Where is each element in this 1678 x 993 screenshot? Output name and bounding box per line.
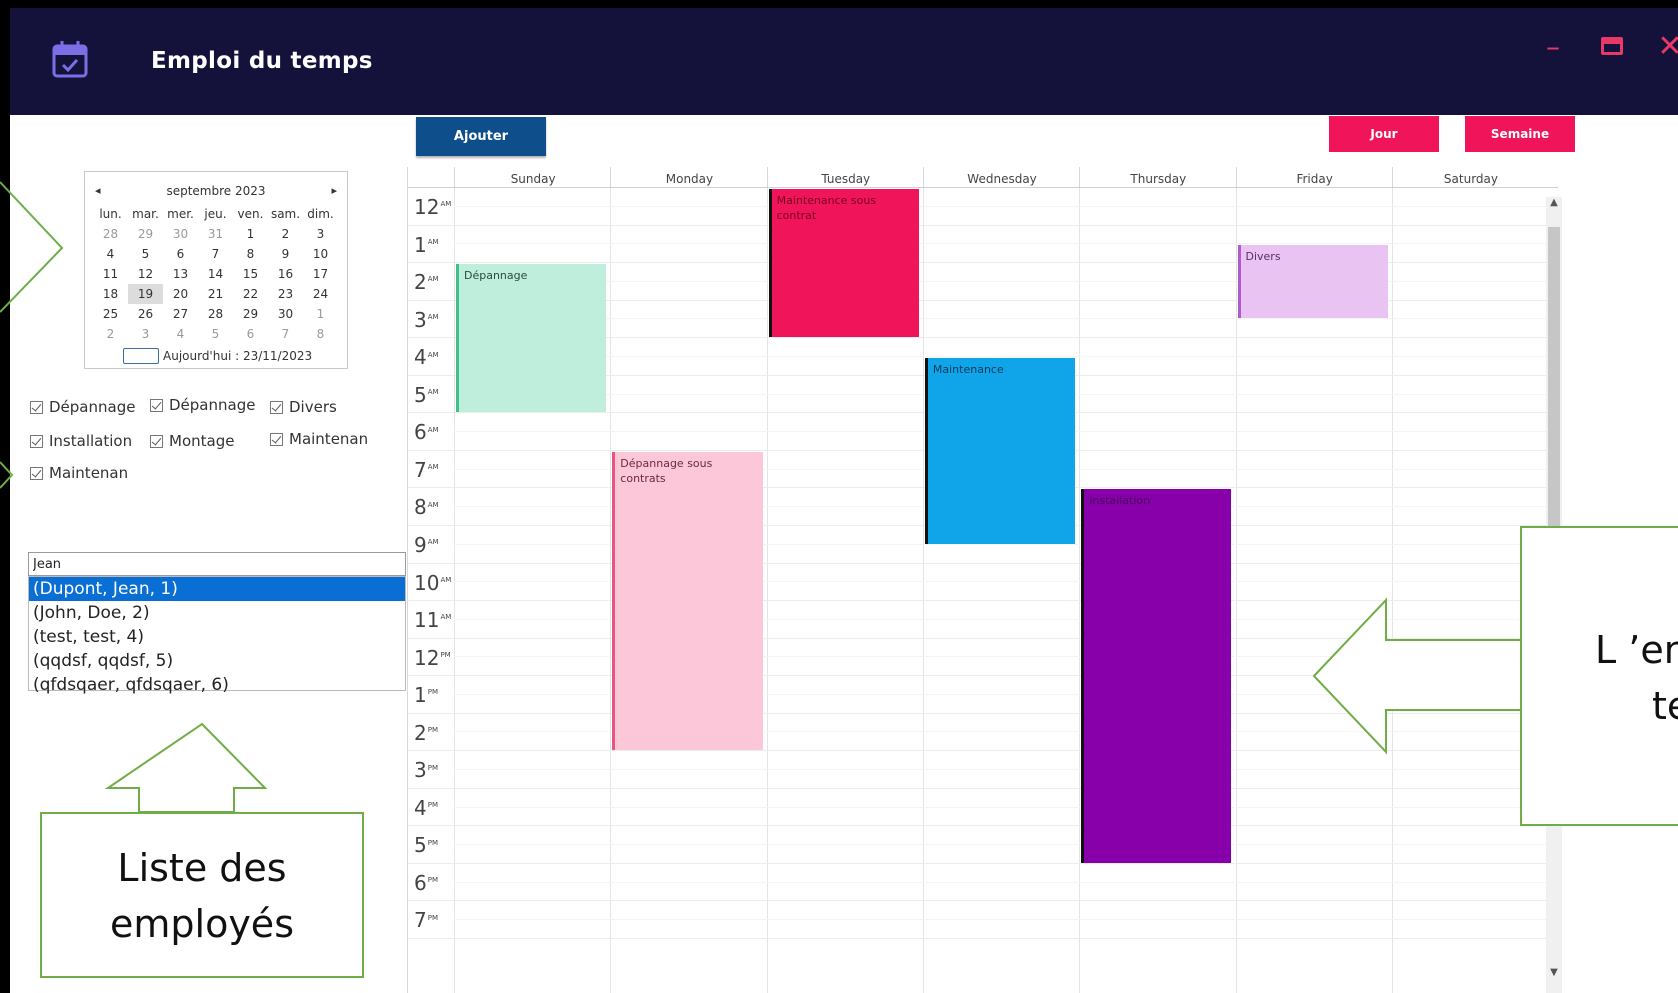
annotation-schedule-line1: L ’em [1595, 628, 1678, 672]
annotation-arrow-employees [104, 722, 268, 813]
annotation-employees-label: Liste des employés [110, 846, 294, 946]
annotation-arrow-calendar [0, 181, 64, 313]
annotation-arrow-filters [0, 461, 14, 489]
annotation-schedule-line2: te [1652, 684, 1678, 728]
